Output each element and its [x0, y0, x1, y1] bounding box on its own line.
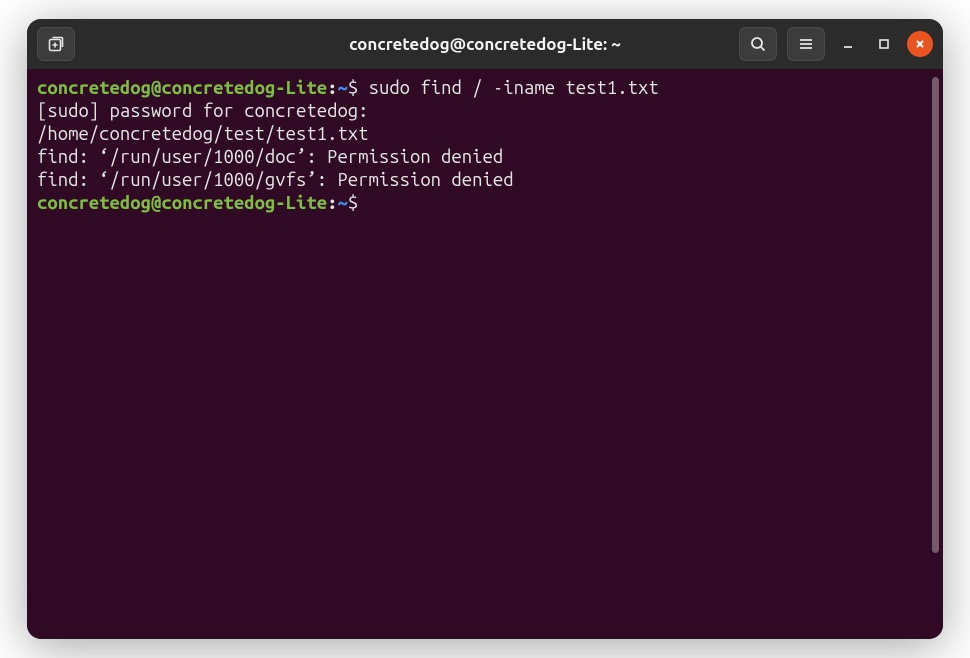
terminal-line: find: ‘/run/user/1000/doc’: Permission d…	[37, 146, 929, 169]
prompt-dollar: $	[348, 193, 358, 213]
command-text: sudo find / -iname test1.txt	[358, 78, 658, 98]
terminal-line: find: ‘/run/user/1000/gvfs’: Permission …	[37, 169, 929, 192]
terminal-line: [sudo] password for concretedog:	[37, 100, 929, 123]
prompt-colon: :	[327, 78, 337, 98]
scrollbar-thumb[interactable]	[932, 77, 939, 553]
command-text	[358, 193, 368, 213]
scrollbar[interactable]	[932, 77, 939, 631]
prompt-host: concretedog-Lite	[161, 193, 327, 213]
close-icon	[913, 37, 927, 51]
terminal-line: /home/concretedog/test/test1.txt	[37, 123, 929, 146]
terminal-body[interactable]: concretedog@concretedog-Lite:~$ sudo fin…	[27, 69, 943, 639]
minimize-icon	[841, 37, 855, 51]
window-title: concretedog@concretedog-Lite: ~	[349, 35, 621, 54]
minimize-button[interactable]	[835, 31, 861, 57]
maximize-icon	[877, 37, 891, 51]
prompt-dollar: $	[348, 78, 358, 98]
hamburger-menu-icon	[797, 35, 815, 53]
prompt-colon: :	[327, 193, 337, 213]
prompt-at: @	[151, 193, 161, 213]
close-button[interactable]	[907, 31, 933, 57]
terminal-line: concretedog@concretedog-Lite:~$ sudo fin…	[37, 77, 929, 100]
prompt-at: @	[151, 78, 161, 98]
prompt-user: concretedog	[37, 193, 151, 213]
search-button[interactable]	[739, 27, 777, 61]
prompt-user: concretedog	[37, 78, 151, 98]
search-icon	[749, 35, 767, 53]
hamburger-menu-button[interactable]	[787, 27, 825, 61]
prompt-path: ~	[337, 78, 347, 98]
new-tab-icon	[47, 35, 65, 53]
titlebar: concretedog@concretedog-Lite: ~	[27, 19, 943, 69]
maximize-button[interactable]	[871, 31, 897, 57]
prompt-host: concretedog-Lite	[161, 78, 327, 98]
terminal-line: concretedog@concretedog-Lite:~$	[37, 192, 929, 215]
new-tab-button[interactable]	[37, 27, 75, 61]
terminal-window: concretedog@concretedog-Lite: ~	[27, 19, 943, 639]
prompt-path: ~	[337, 193, 347, 213]
